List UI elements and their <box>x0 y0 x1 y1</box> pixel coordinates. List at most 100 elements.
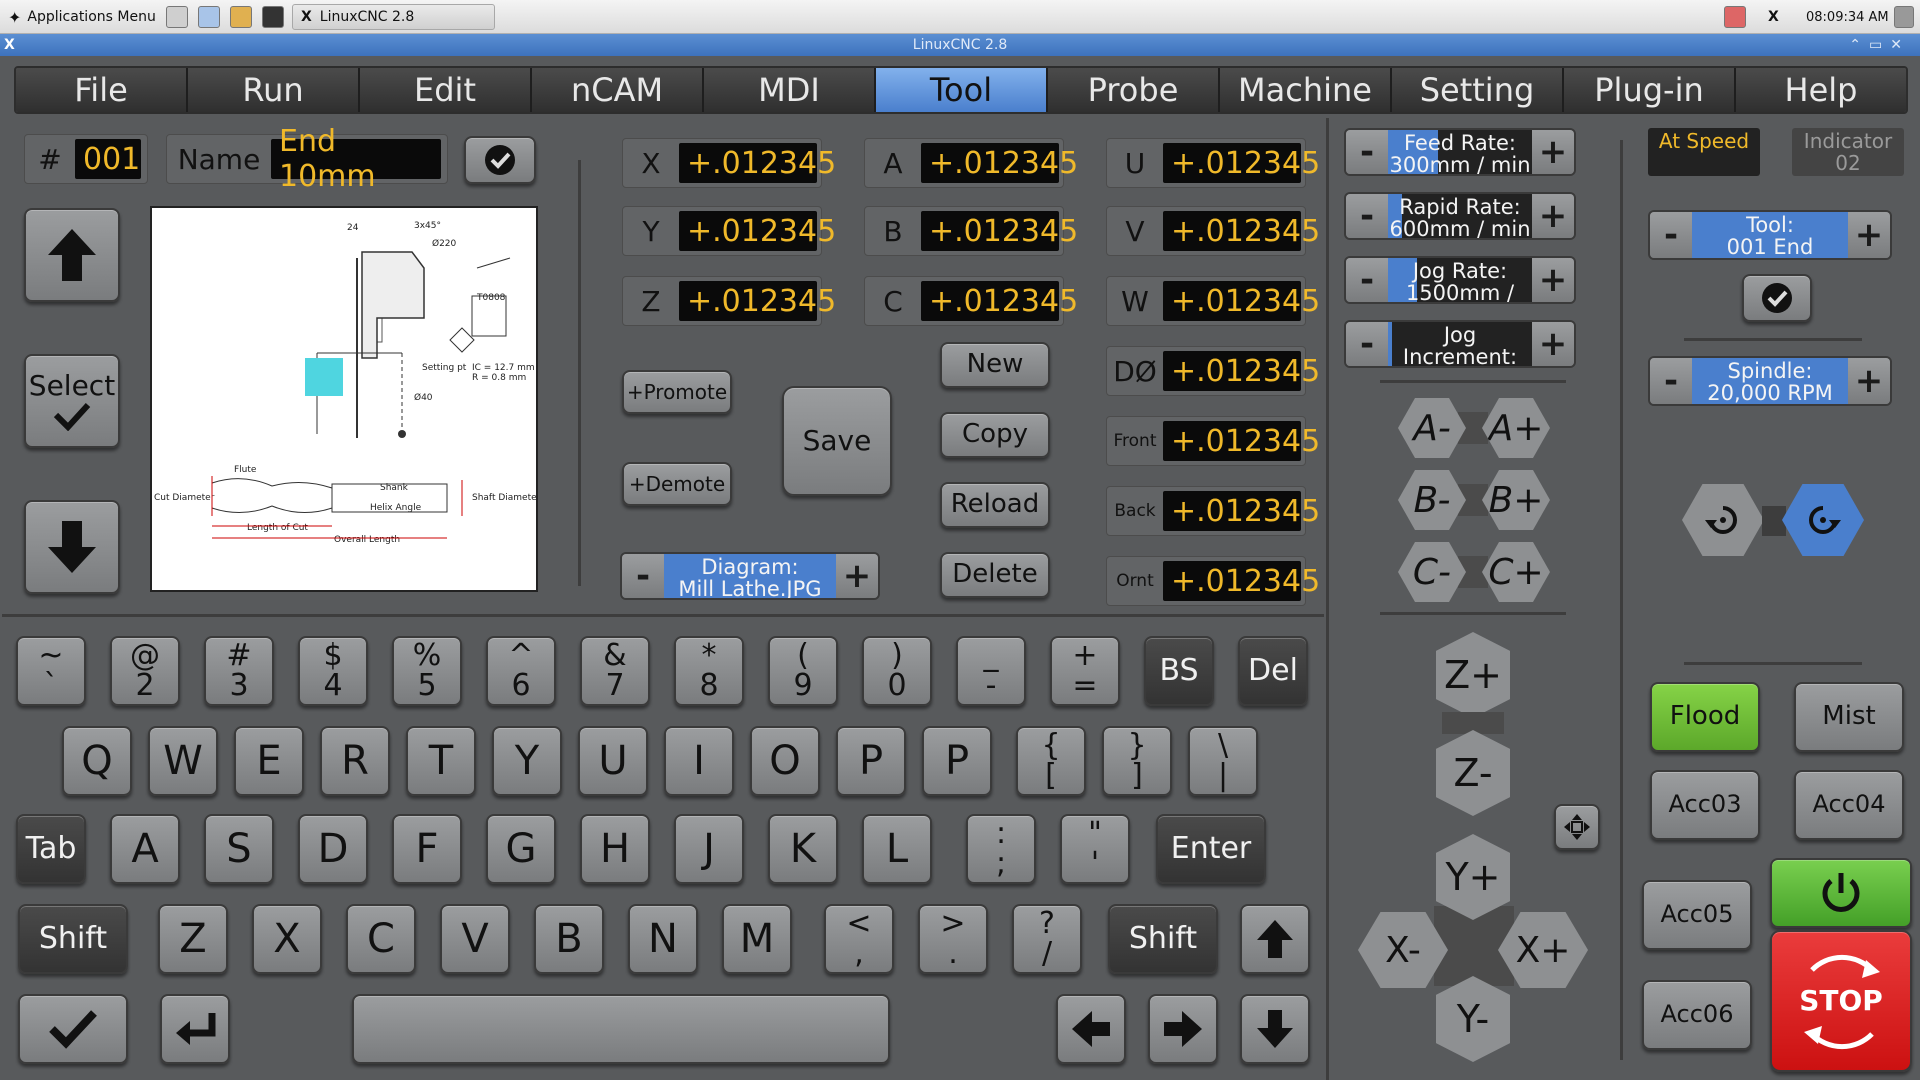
diagram-next-button[interactable]: + <box>836 554 878 598</box>
key-slash[interactable]: ? / <box>1012 904 1082 974</box>
menu-edit[interactable]: Edit <box>360 68 532 112</box>
rate-decrease-button[interactable]: - <box>1346 322 1388 366</box>
spindle-increase-button[interactable]: + <box>1848 358 1890 404</box>
key-x[interactable]: X <box>252 904 322 974</box>
key-v[interactable]: V <box>440 904 510 974</box>
menu-tool[interactable]: Tool <box>876 68 1048 112</box>
dro-u[interactable]: U +.012345 <box>1106 138 1320 188</box>
new-button[interactable]: New <box>940 342 1050 388</box>
key-`[interactable]: ~ ` <box>16 636 86 706</box>
spindle-cw-button[interactable] <box>1782 484 1864 556</box>
jog-z-minus-button[interactable]: Z- <box>1436 730 1510 816</box>
key-l[interactable]: L <box>862 814 932 884</box>
dro-a[interactable]: A +.012345 <box>864 138 1078 188</box>
reload-button[interactable]: Reload <box>940 482 1050 528</box>
window-controls[interactable]: ⌃▭✕ <box>1849 34 1910 56</box>
rate-increase-button[interactable]: + <box>1532 258 1574 302</box>
diagram-prev-button[interactable]: - <box>622 554 664 598</box>
delete-button[interactable]: Delete <box>940 552 1050 598</box>
power-manager-icon[interactable] <box>1724 6 1746 28</box>
menu-probe[interactable]: Probe <box>1048 68 1220 112</box>
copy-button[interactable]: Copy <box>940 412 1050 458</box>
key-9[interactable]: (9 <box>768 636 838 706</box>
select-tool-button[interactable]: Select <box>24 354 120 448</box>
jog-z-plus-button[interactable]: Z+ <box>1436 632 1510 718</box>
rate-increase-button[interactable]: + <box>1532 130 1574 174</box>
shift-key-left[interactable]: Shift <box>18 904 128 974</box>
dro-b[interactable]: B +.012345 <box>864 206 1078 256</box>
key-p[interactable]: P <box>836 726 906 796</box>
terminal-icon[interactable] <box>262 6 284 28</box>
acc04-button[interactable]: Acc04 <box>1794 770 1904 840</box>
rate-decrease-button[interactable]: - <box>1346 130 1388 174</box>
arrow-left-key[interactable] <box>1056 994 1126 1064</box>
key-a[interactable]: A <box>110 814 180 884</box>
dro-d[interactable]: DØ +.012345 <box>1106 346 1320 396</box>
key-z[interactable]: Z <box>158 904 228 974</box>
key-g[interactable]: G <box>486 814 556 884</box>
tool-next-button[interactable]: + <box>1848 212 1890 258</box>
machine-power-button[interactable] <box>1770 858 1912 928</box>
key-d[interactable]: D <box>298 814 368 884</box>
menu-plugin[interactable]: Plug-in <box>1564 68 1736 112</box>
key-3[interactable]: #3 <box>204 636 274 706</box>
spindle-ccw-button[interactable] <box>1682 484 1764 556</box>
enter-key[interactable]: Enter <box>1156 814 1266 884</box>
key-quote[interactable]: " ' <box>1060 814 1130 884</box>
key-m[interactable]: M <box>722 904 792 974</box>
demote-button[interactable]: +Demote <box>622 462 732 506</box>
jog-a-minus-button[interactable]: A- <box>1398 398 1466 458</box>
key-c[interactable]: C <box>346 904 416 974</box>
key-s[interactable]: S <box>204 814 274 884</box>
key-n[interactable]: N <box>628 904 698 974</box>
jog-c-minus-button[interactable]: C- <box>1398 542 1466 602</box>
tool-change-confirm-button[interactable] <box>1742 274 1812 322</box>
notes-icon[interactable] <box>230 6 252 28</box>
applications-menu[interactable]: ✦ Applications Menu <box>8 4 156 30</box>
key-backslash[interactable]: \ | <box>1188 726 1258 796</box>
key-6[interactable]: ^ 6 <box>486 636 556 706</box>
arrow-down-key[interactable] <box>1240 994 1310 1064</box>
key-bracket-left[interactable]: {[ <box>1016 726 1086 796</box>
menu-help[interactable]: Help <box>1736 68 1906 112</box>
key-i[interactable]: I <box>664 726 734 796</box>
return-key[interactable] <box>160 994 230 1064</box>
acc06-button[interactable]: Acc06 <box>1642 980 1752 1050</box>
dro-w[interactable]: W +.012345 <box>1106 276 1320 326</box>
key-period[interactable]: >. <box>918 904 988 974</box>
x-tray-icon[interactable]: X <box>1768 4 1779 30</box>
jog-a-plus-button[interactable]: A+ <box>1482 398 1550 458</box>
key-t[interactable]: T <box>406 726 476 796</box>
spindle-decrease-button[interactable]: - <box>1650 358 1692 404</box>
user-icon[interactable] <box>1894 6 1914 28</box>
jog-y-minus-button[interactable]: Y- <box>1436 976 1510 1062</box>
delete-key[interactable]: Del <box>1238 636 1308 706</box>
mist-button[interactable]: Mist <box>1794 682 1904 752</box>
taskbar-window-button[interactable]: X LinuxCNC 2.8 <box>292 4 495 30</box>
jog-b-minus-button[interactable]: B- <box>1398 470 1466 530</box>
menu-mdi[interactable]: MDI <box>704 68 876 112</box>
dro-back[interactable]: Back +.012345 <box>1106 486 1320 536</box>
arrow-up-key[interactable] <box>1240 904 1310 974</box>
dro-front[interactable]: Front +.012345 <box>1106 416 1320 466</box>
key-8[interactable]: * 8 <box>674 636 744 706</box>
space-key[interactable] <box>352 994 890 1064</box>
jog-c-plus-button[interactable]: C+ <box>1482 542 1550 602</box>
key--[interactable]: _ - <box>956 636 1026 706</box>
key-comma[interactable]: <, <box>824 904 894 974</box>
menu-machine[interactable]: Machine <box>1220 68 1392 112</box>
key-y[interactable]: Y <box>492 726 562 796</box>
shift-key-right[interactable]: Shift <box>1108 904 1218 974</box>
tab-key[interactable]: Tab <box>16 814 86 884</box>
tool-number-field[interactable]: # 001 <box>24 134 148 184</box>
key-b[interactable]: B <box>534 904 604 974</box>
accept-key[interactable] <box>18 994 128 1064</box>
key-f[interactable]: F <box>392 814 462 884</box>
key-bracket-right[interactable]: }] <box>1102 726 1172 796</box>
rate-increase-button[interactable]: + <box>1532 194 1574 238</box>
key-0[interactable]: ) 0 <box>862 636 932 706</box>
key-r[interactable]: R <box>320 726 390 796</box>
key-2[interactable]: @2 <box>110 636 180 706</box>
dro-v[interactable]: V +.012345 <box>1106 206 1320 256</box>
key-k[interactable]: K <box>768 814 838 884</box>
